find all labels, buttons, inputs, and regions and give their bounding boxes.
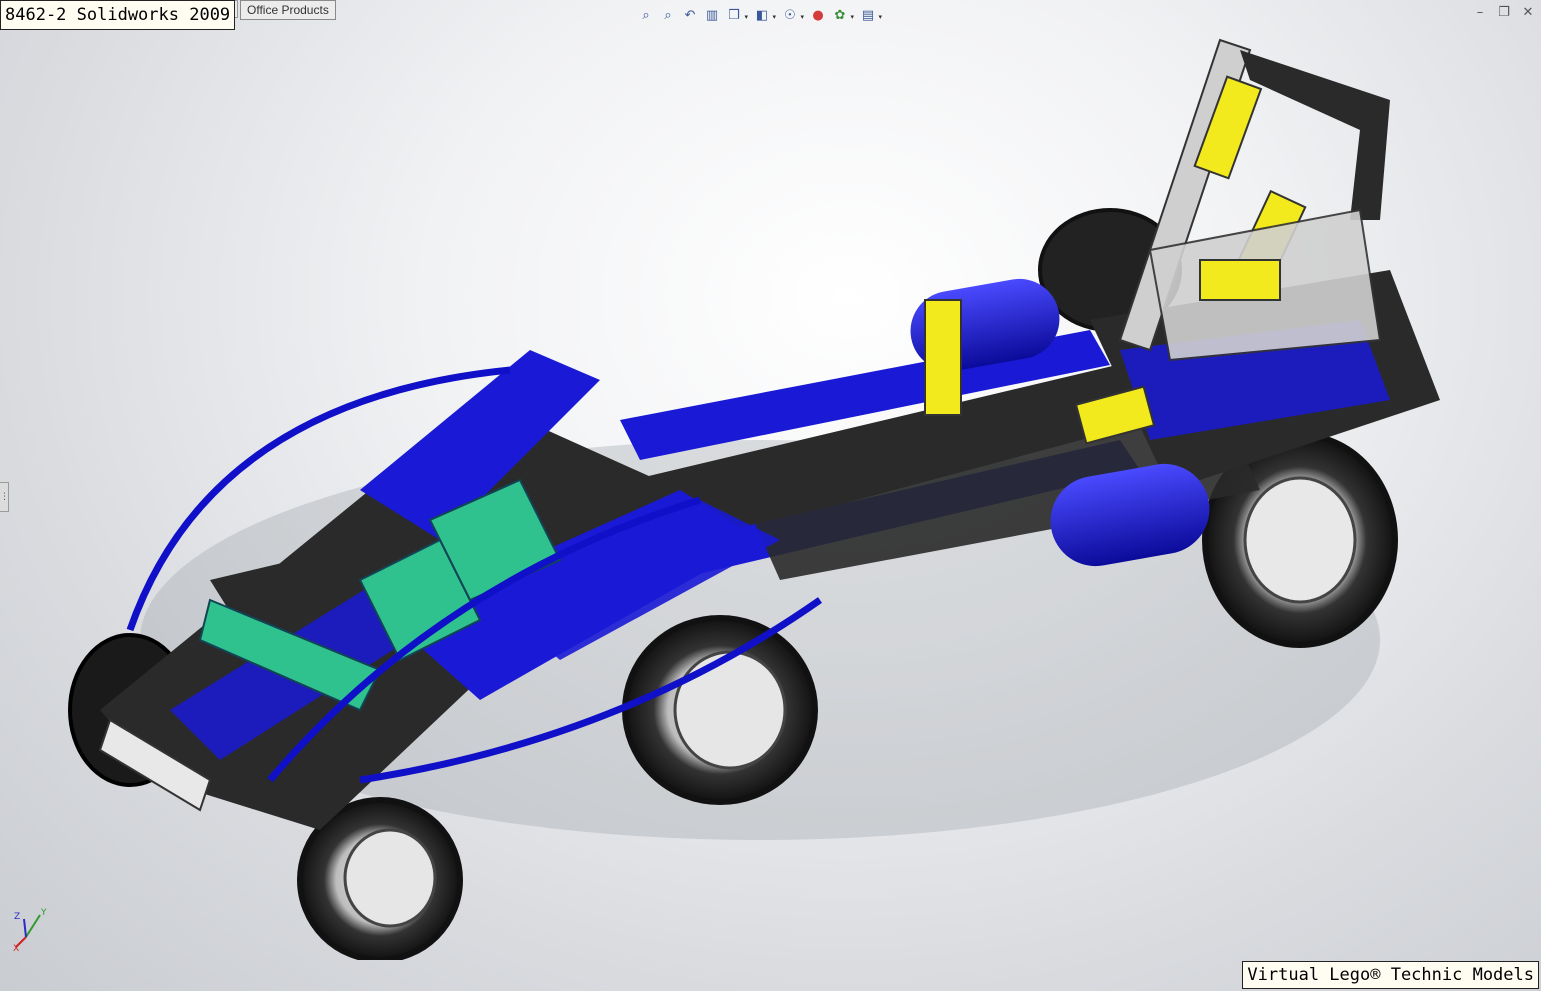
graphics-area[interactable]: 8462-2 Solidworks 2009 e Office Products… (0, 0, 1541, 991)
close-icon[interactable]: ✕ (1521, 6, 1535, 20)
triad-z-label: Z (14, 912, 20, 922)
pneumatic-pump (924, 299, 962, 416)
watermark-label: Virtual Lego® Technic Models (1242, 961, 1539, 989)
reference-triad: Y X Z (13, 908, 47, 953)
triad-x-label: X (13, 944, 19, 953)
feature-manager-toggle-handle[interactable]: ⋮ (0, 482, 9, 512)
window-controls: – ❐ ✕ (1473, 6, 1535, 20)
minimize-icon[interactable]: – (1473, 6, 1487, 20)
triad-y-label: Y (40, 908, 47, 918)
restore-icon[interactable]: ❐ (1497, 6, 1511, 20)
tab-office-products[interactable]: Office Products (240, 0, 336, 20)
document-title: 8462-2 Solidworks 2009 (0, 0, 236, 30)
lego-technic-car-model (68, 38, 1440, 960)
